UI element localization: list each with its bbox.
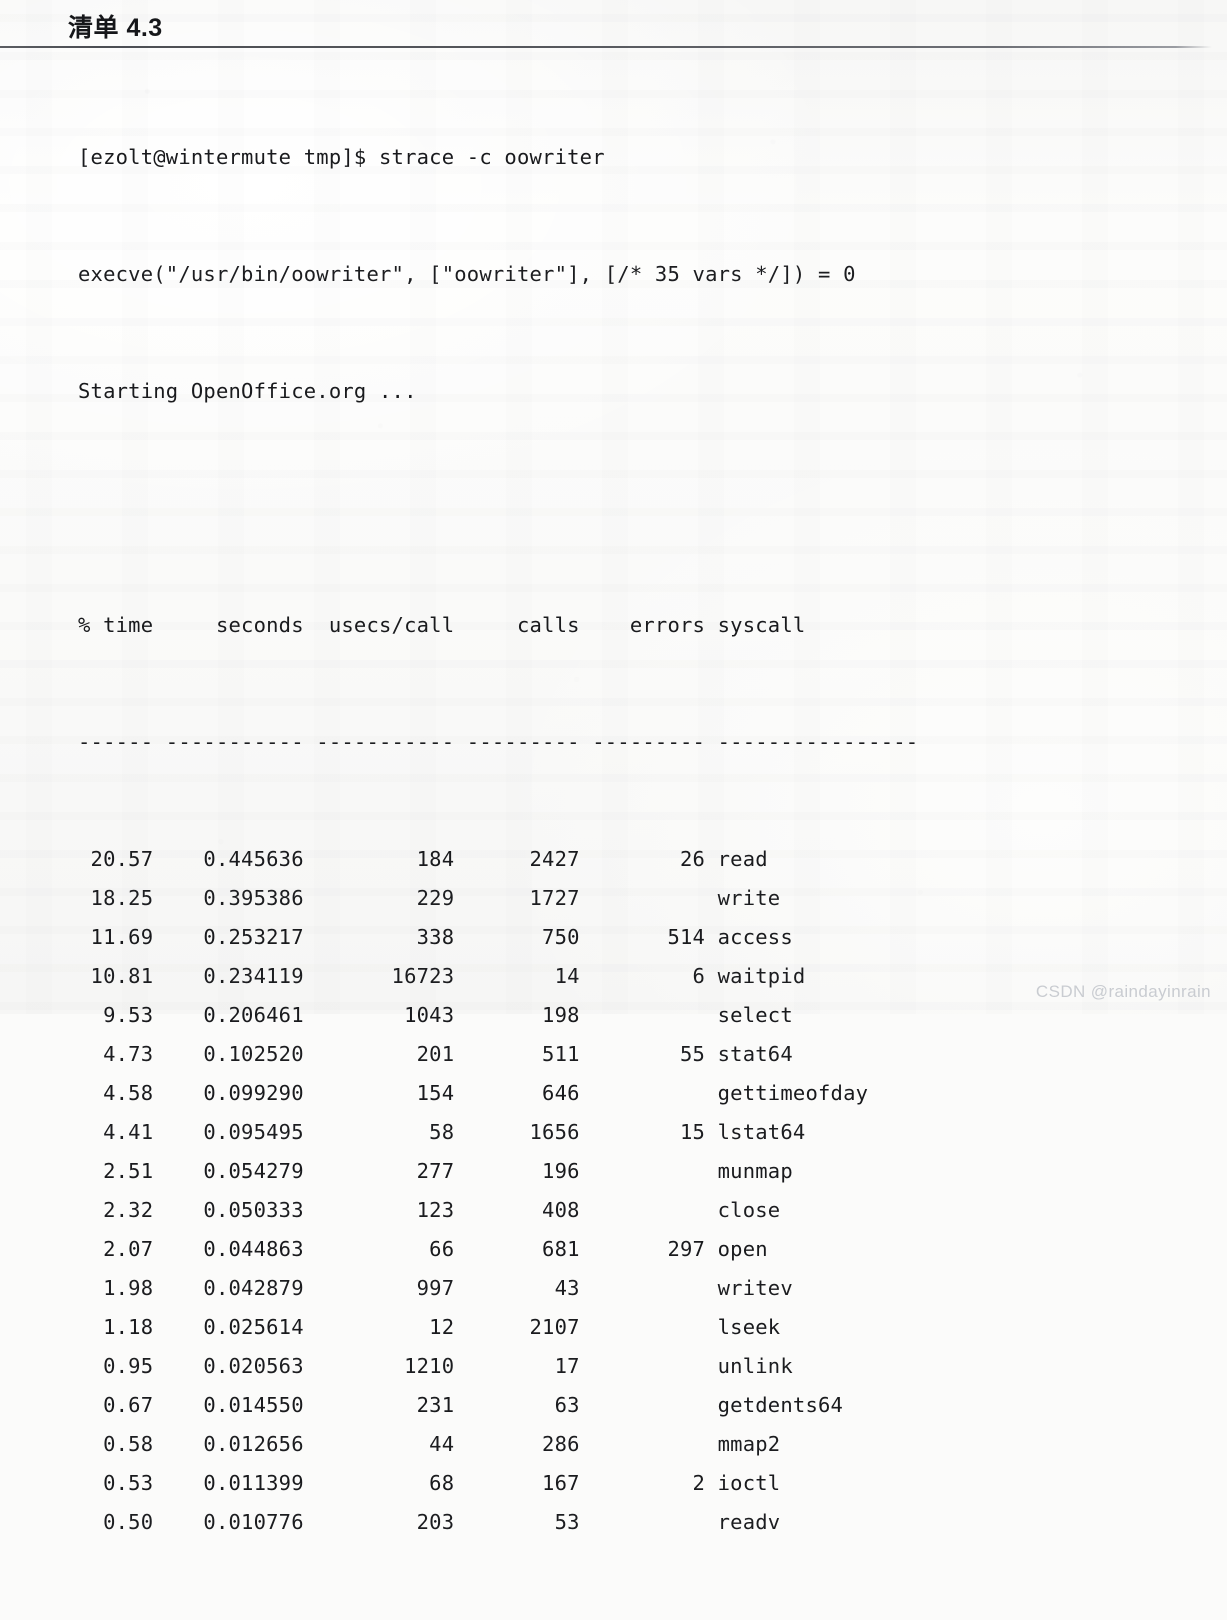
table-row: 0.95 0.020563 1210 17 unlink: [78, 1354, 793, 1378]
table-row: 0.67 0.014550 231 63 getdents64: [78, 1393, 844, 1417]
table-header-row: % time seconds usecs/call calls errors s…: [78, 613, 919, 637]
table-row: 4.41 0.095495 58 1656 15 lstat64: [78, 1120, 806, 1144]
table-row: 9.53 0.206461 1043 198 select: [78, 1003, 793, 1027]
table-row: 2.32 0.050333 123 408 close: [78, 1198, 781, 1222]
table-row: 2.51 0.054279 277 196 munmap: [78, 1159, 793, 1183]
page-content: 清单 4.3 [ezolt@wintermute tmp]$ strace -c…: [0, 0, 1227, 1534]
table-row: 0.53 0.011399 68 167 2 ioctl: [78, 1471, 781, 1495]
code-listing-block: [ezolt@wintermute tmp]$ strace -c oowrit…: [78, 60, 918, 1620]
table-row: 10.81 0.234119 16723 14 6 waitpid: [78, 964, 806, 988]
table-row: 0.58 0.012656 44 286 mmap2: [78, 1432, 781, 1456]
table-row: 0.50 0.010776 203 53 readv: [78, 1510, 781, 1534]
terminal-prompt-line: [ezolt@wintermute tmp]$ strace -c oowrit…: [78, 145, 605, 169]
csdn-watermark: CSDN @raindayinrain: [1035, 982, 1211, 1001]
startup-output-line: Starting OpenOffice.org ...: [78, 379, 417, 403]
table-row: 11.69 0.253217 338 750 514 access: [78, 925, 793, 949]
table-row: 4.58 0.099290 154 646 gettimeofday: [78, 1081, 869, 1105]
table-row: 2.07 0.044863 66 681 297 open: [78, 1237, 768, 1261]
table-row: 18.25 0.395386 229 1727 write: [78, 886, 781, 910]
table-body: 20.57 0.445636 184 2427 26 read 18.25 0.…: [78, 840, 918, 1542]
table-row: 1.18 0.025614 12 2107 lseek: [78, 1315, 781, 1339]
table-row: 4.73 0.102520 201 511 55 stat64: [78, 1042, 793, 1066]
title-divider: [0, 46, 1212, 48]
page-title: 清单 4.3: [68, 14, 163, 42]
table-row: 20.57 0.445636 184 2427 26 read: [78, 847, 768, 871]
table-separator-row: ------ ----------- ----------- ---------…: [78, 730, 919, 754]
table-row: 1.98 0.042879 997 43 writev: [78, 1276, 793, 1300]
execve-output-line: execve("/usr/bin/oowriter", ["oowriter"]…: [78, 262, 856, 286]
